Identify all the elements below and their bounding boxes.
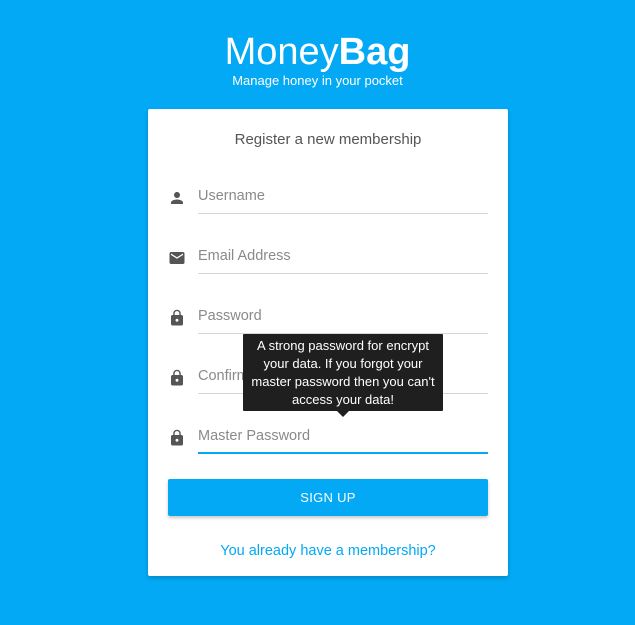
username-field-group — [168, 179, 488, 215]
password-field-group — [168, 299, 488, 335]
lock-icon — [168, 369, 186, 387]
sign-up-button[interactable]: SIGN UP — [168, 479, 488, 516]
email-input[interactable] — [198, 239, 488, 274]
logo-light-text: Money — [224, 31, 339, 73]
form-title: Register a new membership — [234, 131, 422, 148]
lock-icon — [168, 429, 186, 447]
app-logo: MoneyBag — [0, 30, 635, 74]
email-field-group — [168, 239, 488, 275]
master-password-input[interactable] — [198, 419, 488, 454]
email-icon — [168, 249, 186, 267]
person-icon — [168, 189, 186, 207]
password-input[interactable] — [198, 299, 488, 334]
register-page: MoneyBag Manage honey in your pocket Reg… — [0, 0, 635, 625]
tooltip-arrow — [337, 411, 349, 417]
master-password-tooltip: A strong password for encrypt your data.… — [243, 334, 443, 411]
master-password-field-group — [168, 419, 488, 455]
username-input[interactable] — [198, 179, 488, 214]
login-link[interactable]: You already have a membership? — [148, 542, 508, 560]
logo-bold-text: Bag — [338, 31, 411, 73]
lock-icon — [168, 309, 186, 327]
app-tagline: Manage honey in your pocket — [232, 73, 403, 88]
